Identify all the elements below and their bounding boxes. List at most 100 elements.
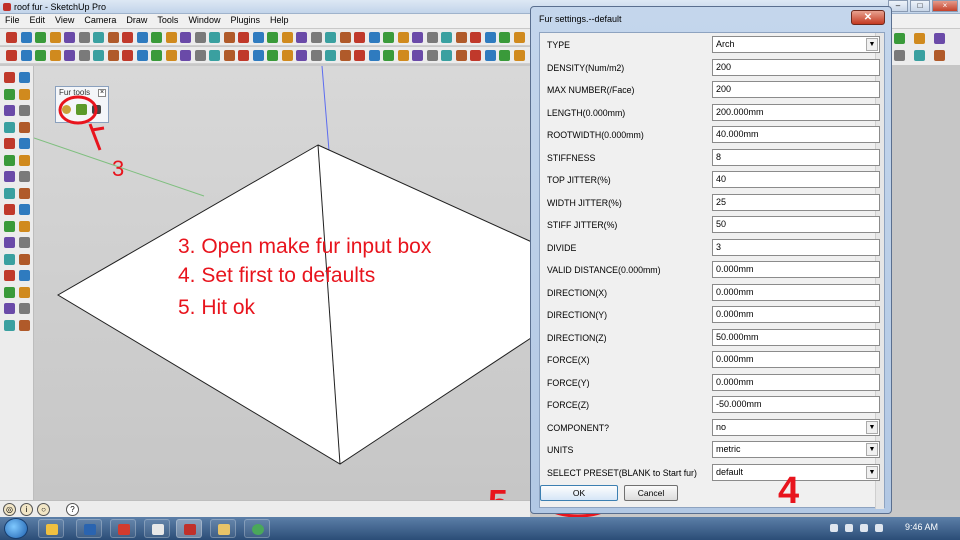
toolbar-icon[interactable] — [194, 32, 206, 43]
toolbar-icon[interactable] — [354, 32, 365, 43]
toolbar-icon[interactable] — [78, 32, 90, 43]
tool-icon[interactable] — [4, 187, 15, 199]
toolbar-icon[interactable] — [296, 32, 307, 43]
tool-icon[interactable] — [19, 270, 30, 281]
taskbar-sketchup[interactable] — [176, 519, 202, 538]
setting-input[interactable]: 0.000mm — [712, 261, 880, 278]
chevron-down-icon[interactable]: ▼ — [866, 38, 878, 51]
tool-icon[interactable] — [4, 105, 15, 116]
menu-draw[interactable]: Draw — [121, 14, 152, 28]
toolbar-icon[interactable] — [455, 50, 467, 61]
setting-input[interactable]: 0.000mm — [712, 306, 880, 323]
volume-icon[interactable] — [860, 524, 868, 532]
setting-input[interactable]: 200 — [712, 58, 880, 76]
tool-icon[interactable] — [19, 171, 30, 182]
toolbar-icon[interactable] — [894, 50, 905, 61]
tool-icon[interactable] — [19, 138, 30, 149]
toolbar-icon[interactable] — [354, 50, 365, 61]
menu-plugins[interactable]: Plugins — [225, 14, 265, 28]
toolbar-icon[interactable] — [281, 50, 293, 61]
toolbar-icon[interactable] — [513, 32, 525, 43]
menu-file[interactable]: File — [0, 14, 25, 28]
dialog-close-button[interactable]: ✕ — [851, 10, 885, 25]
toolbar-icon[interactable] — [35, 32, 46, 43]
toolbar-icon[interactable] — [64, 32, 75, 43]
setting-dropdown[interactable]: Arch ▼ — [712, 36, 880, 53]
toolbar-icon[interactable] — [368, 32, 380, 43]
toolbar-icon[interactable] — [310, 50, 322, 61]
toolbar-icon[interactable] — [35, 50, 46, 61]
setting-input[interactable]: 0.000mm — [712, 283, 880, 301]
taskbar-app[interactable] — [144, 519, 170, 538]
toolbar-icon[interactable] — [194, 50, 206, 61]
fur-icon[interactable] — [62, 105, 71, 114]
toolbar-icon[interactable] — [122, 32, 133, 43]
fur-preset-icon[interactable] — [92, 105, 101, 114]
toolbar-icon[interactable] — [397, 32, 409, 43]
chevron-down-icon[interactable]: ▼ — [866, 465, 878, 479]
toolbar-icon[interactable] — [914, 33, 925, 44]
setting-dropdown[interactable]: metric ▼ — [712, 441, 880, 458]
toolbar-icon[interactable] — [165, 32, 177, 43]
setting-input[interactable]: 50.000mm — [712, 328, 880, 346]
toolbar-icon[interactable] — [6, 32, 17, 43]
setting-dropdown[interactable]: no ▼ — [712, 418, 880, 436]
toolbar-icon[interactable] — [136, 32, 148, 43]
tool-icon[interactable] — [19, 303, 30, 314]
toolbar-icon[interactable] — [209, 32, 220, 43]
toolbar-icon[interactable] — [513, 50, 525, 61]
toolbar-icon[interactable] — [339, 32, 351, 43]
toolbar-icon[interactable] — [383, 32, 394, 43]
user-icon[interactable]: ○ — [37, 503, 50, 516]
setting-input[interactable]: 50 — [712, 216, 880, 233]
tool-icon[interactable] — [4, 220, 15, 232]
tool-icon[interactable] — [4, 154, 15, 166]
tool-icon[interactable] — [19, 220, 30, 232]
toolbar-icon[interactable] — [934, 33, 945, 44]
toolbar-icon[interactable] — [252, 50, 264, 61]
toolbar-icon[interactable] — [165, 50, 177, 61]
tool-icon[interactable] — [4, 171, 15, 182]
toolbar-icon[interactable] — [310, 32, 322, 43]
tray-app-icon[interactable] — [875, 524, 883, 532]
tool-icon[interactable] — [19, 286, 30, 298]
network-icon[interactable] — [845, 524, 853, 532]
tool-icon[interactable] — [4, 286, 15, 298]
toolbar-icon[interactable] — [368, 50, 380, 61]
close-icon[interactable]: × — [98, 89, 106, 97]
toolbar-icon[interactable] — [49, 50, 61, 61]
tool-icon[interactable] — [19, 154, 30, 166]
toolbar-icon[interactable] — [20, 50, 32, 61]
menu-help[interactable]: Help — [265, 14, 294, 28]
setting-input[interactable]: 200.000mm — [712, 103, 880, 121]
menu-camera[interactable]: Camera — [79, 14, 121, 28]
tool-icon[interactable] — [4, 204, 15, 215]
toolbar-icon[interactable] — [93, 32, 104, 43]
toolbar-icon[interactable] — [339, 50, 351, 61]
toolbar-icon[interactable] — [209, 50, 220, 61]
toolbar-icon[interactable] — [238, 50, 249, 61]
chevron-down-icon[interactable]: ▼ — [866, 443, 878, 456]
toolbar-icon[interactable] — [6, 50, 17, 61]
setting-input[interactable]: 3 — [712, 238, 880, 256]
taskbar-folder[interactable] — [210, 519, 236, 538]
tool-icon[interactable] — [4, 88, 15, 100]
tool-icon[interactable] — [19, 72, 30, 83]
tool-icon[interactable] — [4, 72, 15, 83]
menu-window[interactable]: Window — [183, 14, 225, 28]
toolbar-icon[interactable] — [441, 50, 452, 61]
toolbar-icon[interactable] — [484, 50, 496, 61]
toolbar-icon[interactable] — [78, 50, 90, 61]
make-fur-icon[interactable] — [76, 104, 87, 115]
toolbar-icon[interactable] — [252, 32, 264, 43]
toolbar-icon[interactable] — [455, 32, 467, 43]
toolbar-icon[interactable] — [122, 50, 133, 61]
toolbar-icon[interactable] — [426, 50, 438, 61]
taskbar-acrobat[interactable] — [110, 519, 136, 538]
tool-icon[interactable] — [4, 121, 15, 133]
tool-icon[interactable] — [19, 253, 30, 265]
toolbar-icon[interactable] — [470, 32, 481, 43]
toolbar-icon[interactable] — [499, 32, 510, 43]
cancel-button[interactable]: Cancel — [624, 485, 678, 501]
toolbar-icon[interactable] — [499, 50, 510, 61]
